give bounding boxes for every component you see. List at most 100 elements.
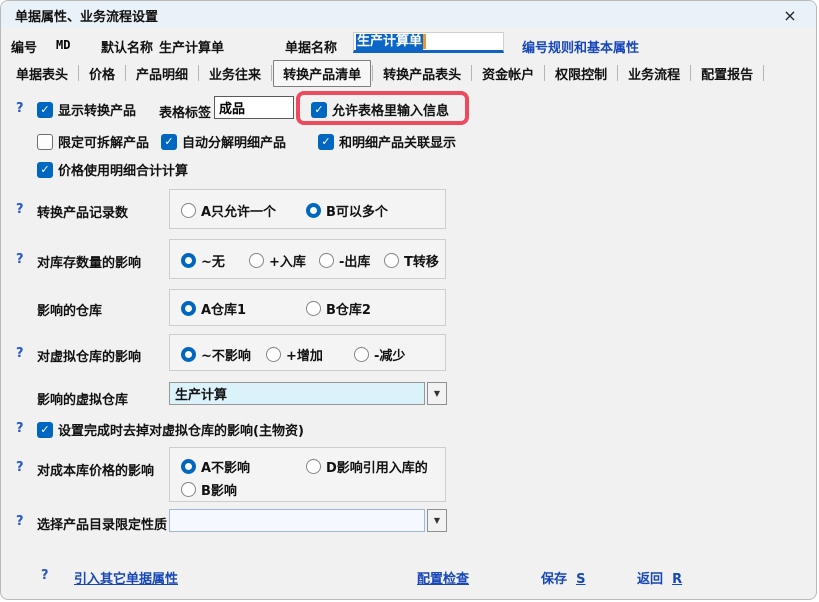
- warehouse-label: 影响的仓库: [37, 300, 102, 319]
- radio-virtual-increase[interactable]: +增加: [266, 345, 323, 364]
- tab-divider: [372, 65, 373, 81]
- save-button[interactable]: 保存 S: [541, 568, 585, 587]
- checkbox-auto-split-detail[interactable]: ✓ 自动分解明细产品: [161, 132, 286, 151]
- checkbox-checked-icon: ✓: [37, 102, 53, 118]
- code-label: 编号: [11, 37, 37, 56]
- help-icon[interactable]: ?: [16, 346, 24, 361]
- help-icon[interactable]: ?: [16, 101, 24, 116]
- radio-warehouse-1[interactable]: A仓库1: [181, 299, 246, 318]
- dropdown-button[interactable]: ▼: [427, 382, 447, 405]
- radio-unselected-icon: [306, 459, 321, 474]
- radio-unselected-icon: [319, 253, 334, 268]
- checkbox-label: 价格使用明细合计计算: [58, 160, 188, 179]
- back-hotkey: R: [672, 572, 682, 587]
- radio-label: +入库: [269, 251, 306, 270]
- checkbox-remove-virtual-on-finish[interactable]: ✓ 设置完成时去掉对虚拟仓库的影响(主物资): [37, 420, 304, 439]
- radio-label: T转移: [404, 251, 439, 270]
- radio-virtual-none[interactable]: ~不影响: [181, 345, 251, 364]
- radio-virtual-decrease[interactable]: -减少: [354, 345, 405, 364]
- radio-unselected-icon: [266, 347, 281, 362]
- numbering-rules-link[interactable]: 编号规则和基本属性: [522, 37, 639, 56]
- dialog-window: 单据属性、业务流程设置 × 编号 MD 默认名称 生产计算单 单据名称 生产计算…: [0, 0, 817, 600]
- checkbox-label: 显示转换产品: [58, 100, 136, 119]
- help-icon[interactable]: ?: [16, 252, 24, 267]
- catalog-nature-combobox[interactable]: [169, 509, 425, 532]
- help-icon[interactable]: ?: [16, 202, 24, 217]
- radio-stock-transfer[interactable]: T转移: [384, 251, 439, 270]
- virtual-warehouse-label: 影响的虚拟仓库: [37, 389, 128, 408]
- doc-name-label: 单据名称: [285, 37, 337, 56]
- radio-cost-impact[interactable]: B影响: [181, 480, 237, 499]
- radio-label: ~不影响: [201, 345, 251, 364]
- checkbox-allow-table-input[interactable]: ✓ 允许表格里输入信息: [311, 100, 449, 119]
- tab-config-report[interactable]: 配置报告: [692, 61, 762, 86]
- chevron-down-icon: ▼: [434, 389, 440, 398]
- radio-unselected-icon: [306, 301, 321, 316]
- text-caret: [423, 34, 426, 49]
- checkbox-checked-icon: ✓: [37, 162, 53, 178]
- default-name-label: 默认名称: [101, 37, 153, 56]
- help-icon[interactable]: ?: [41, 568, 49, 583]
- radio-only-one[interactable]: A只允许一个: [181, 201, 276, 220]
- checkbox-linked-display[interactable]: ✓ 和明细产品关联显示: [318, 132, 456, 151]
- default-name-value: 生产计算单: [159, 37, 224, 56]
- tab-bar: 单据表头 价格 产品明细 业务往来 转换产品清单 转换产品表头 资金帐户 权限控…: [7, 60, 765, 86]
- close-icon[interactable]: ×: [780, 5, 800, 25]
- tab-divider: [271, 65, 272, 81]
- radio-multiple[interactable]: B可以多个: [306, 201, 388, 220]
- checkbox-price-use-detail-total[interactable]: ✓ 价格使用明细合计计算: [37, 160, 188, 179]
- config-check-link[interactable]: 配置检查: [417, 568, 469, 587]
- tab-permission[interactable]: 权限控制: [546, 61, 616, 86]
- radio-label: B仓库2: [326, 299, 371, 318]
- radio-label: ~无: [201, 251, 225, 270]
- checkbox-show-convert-product[interactable]: ✓ 显示转换产品: [37, 100, 136, 119]
- radio-warehouse-2[interactable]: B仓库2: [306, 299, 371, 318]
- radio-label: -出库: [339, 251, 370, 270]
- tab-fund-account[interactable]: 资金帐户: [473, 61, 543, 86]
- checkbox-label: 设置完成时去掉对虚拟仓库的影响(主物资): [58, 420, 304, 439]
- radio-cost-none[interactable]: A不影响: [181, 457, 250, 476]
- tab-business[interactable]: 业务往来: [200, 61, 270, 86]
- back-button[interactable]: 返回 R: [637, 568, 682, 587]
- virtual-warehouse-combobox[interactable]: 生产计算: [169, 382, 425, 405]
- radio-stock-none[interactable]: ~无: [181, 251, 225, 270]
- radio-unselected-icon: [181, 203, 196, 218]
- tab-divider: [78, 65, 79, 81]
- radio-selected-icon: [181, 459, 196, 474]
- tab-convert-product-header[interactable]: 转换产品表头: [374, 61, 470, 86]
- checkbox-checked-icon: ✓: [161, 134, 177, 150]
- doc-name-input[interactable]: 生产计算单: [353, 32, 504, 53]
- table-tag-label: 表格标签: [159, 102, 211, 121]
- window-title: 单据属性、业务流程设置: [15, 6, 158, 25]
- radio-stock-out[interactable]: -出库: [319, 251, 370, 270]
- tab-doc-header[interactable]: 单据表头: [7, 61, 77, 86]
- help-icon[interactable]: ?: [16, 514, 24, 529]
- radio-label: -减少: [374, 345, 405, 364]
- checkbox-label: 限定可拆解产品: [58, 132, 149, 151]
- table-tag-input[interactable]: 成品: [214, 96, 294, 119]
- import-properties-link[interactable]: 引入其它单据属性: [74, 568, 178, 587]
- radio-stock-in[interactable]: +入库: [249, 251, 306, 270]
- help-icon[interactable]: ?: [16, 460, 24, 475]
- dropdown-button[interactable]: ▼: [427, 509, 447, 532]
- tab-divider: [198, 65, 199, 81]
- chevron-down-icon: ▼: [434, 516, 440, 525]
- tab-divider: [763, 65, 764, 81]
- radio-cost-ref-inbound[interactable]: D影响引用入库的: [306, 457, 428, 476]
- radio-label: A仓库1: [201, 299, 246, 318]
- tab-price[interactable]: 价格: [80, 61, 124, 86]
- radio-selected-icon: [181, 301, 196, 316]
- catalog-nature-combo: ▼: [169, 509, 447, 532]
- tab-convert-product-list[interactable]: 转换产品清单: [273, 60, 371, 87]
- stock-impact-label: 对库存数量的影响: [37, 252, 141, 271]
- tab-workflow[interactable]: 业务流程: [619, 61, 689, 86]
- combobox-value: 生产计算: [175, 384, 227, 403]
- checkbox-limit-split-product[interactable]: 限定可拆解产品: [37, 132, 149, 151]
- help-icon[interactable]: ?: [16, 421, 24, 436]
- tab-product-detail[interactable]: 产品明细: [127, 61, 197, 86]
- radio-label: +增加: [286, 345, 323, 364]
- radio-unselected-icon: [181, 482, 196, 497]
- radio-unselected-icon: [354, 347, 369, 362]
- virtual-impact-label: 对虚拟仓库的影响: [37, 346, 141, 365]
- tab-divider: [544, 65, 545, 81]
